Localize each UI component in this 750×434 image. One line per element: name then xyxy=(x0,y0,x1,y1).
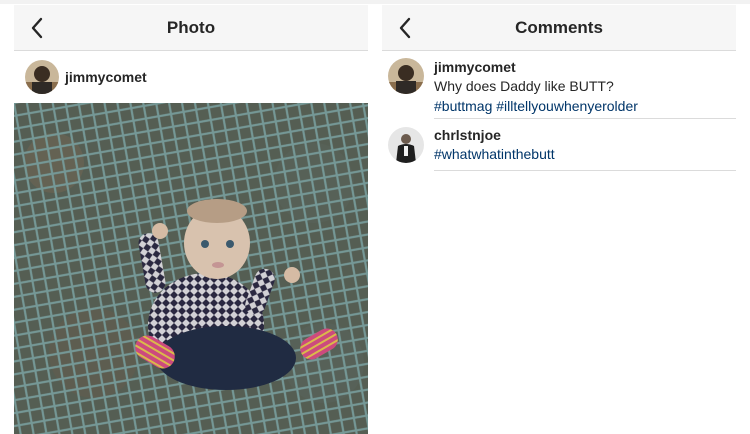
post-header: jimmycomet xyxy=(14,51,368,102)
chevron-left-icon xyxy=(399,17,411,39)
page-title: Comments xyxy=(515,18,603,37)
photo-screen: Photo jimmycomet xyxy=(14,5,368,434)
comment-text: Why does Daddy like BUTT? xyxy=(434,78,614,94)
avatar[interactable] xyxy=(388,58,424,94)
chevron-left-icon xyxy=(31,17,43,39)
comment-username[interactable]: jimmycomet xyxy=(434,59,736,76)
post-photo[interactable] xyxy=(14,103,368,434)
comments-navbar: Comments xyxy=(382,5,736,51)
avatar[interactable] xyxy=(388,127,424,163)
page-title: Photo xyxy=(166,18,216,37)
comment-hashtags[interactable]: #whatwhatinthebutt xyxy=(434,144,736,164)
back-button[interactable] xyxy=(24,13,50,43)
avatar[interactable] xyxy=(25,60,59,94)
comment-hashtags[interactable]: #buttmag #illtellyouwhenyerolder xyxy=(434,96,736,116)
comment-item: jimmycomet Why does Daddy like BUTT? #bu… xyxy=(388,51,736,119)
post-username[interactable]: jimmycomet xyxy=(65,69,147,85)
back-button[interactable] xyxy=(392,13,418,43)
photo-navbar: Photo xyxy=(14,5,368,51)
top-strip xyxy=(0,0,750,4)
comment-username[interactable]: chrlstnjoe xyxy=(434,127,736,144)
comments-screen: Comments jimmycomet Why does Daddy like … xyxy=(382,5,736,434)
comment-item: chrlstnjoe #whatwhatinthebutt xyxy=(388,119,736,171)
